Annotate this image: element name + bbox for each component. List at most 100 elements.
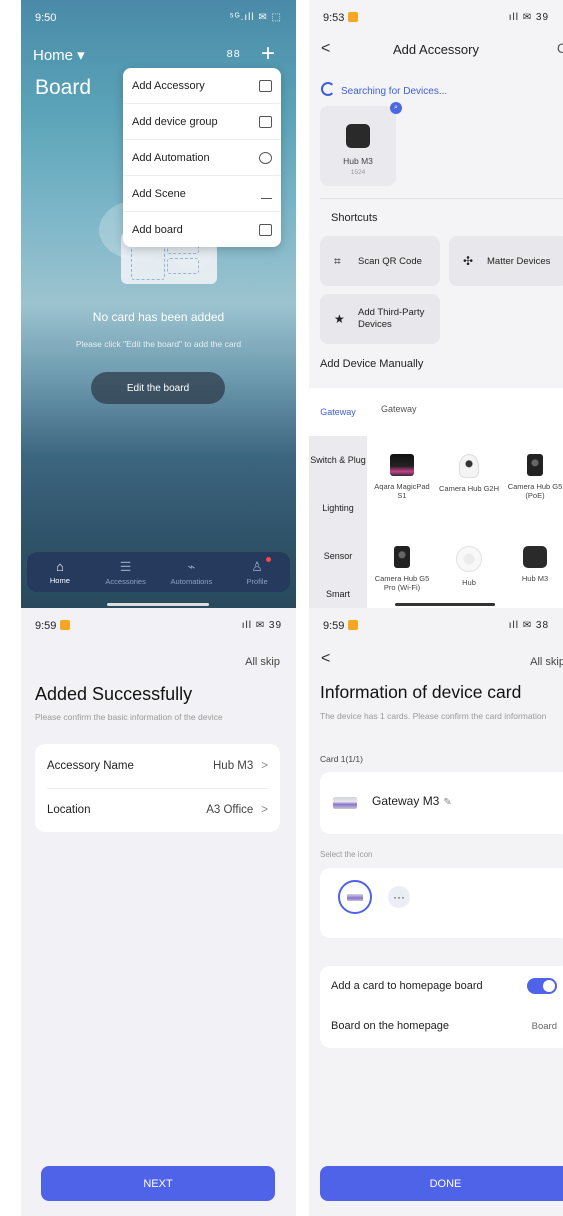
board-settings-card: Add a card to homepage board Board on th… [320,966,563,1048]
device-list: Gateway Aqara MagicPad S1 Camera Hub G2H… [367,388,563,608]
category-sensor[interactable]: Sensor [309,532,367,580]
tab-accessories[interactable]: ☰ Accessories [96,559,156,586]
chevron-right-icon: > [261,760,268,772]
row-value: A3 Office [206,804,254,816]
status-signal: ⁵ᴳ.ıll ✉ ⬚ [229,12,282,23]
device-card: Gateway M3 ✎ [320,772,563,834]
row-label: Board on the homepage [331,1020,450,1032]
notification-icon [348,12,359,22]
next-button[interactable]: NEXT [41,1166,275,1201]
card-name[interactable]: Gateway M3 ✎ [372,794,452,808]
profile-icon: ♙ [251,558,263,574]
menu-item-add-device-group[interactable]: Add device group [123,104,281,140]
matter-devices-button[interactable]: ✣ Matter Devices [449,236,563,286]
location-row[interactable]: Location A3 Office > [47,788,268,832]
scan-qr-button[interactable]: ⌗ Scan QR Code [320,236,440,286]
automation-icon [259,151,272,164]
scan-icon: ⌗ [334,253,341,268]
row-label: Add a card to homepage board [331,980,483,992]
matter-icon: ✣ [463,254,474,268]
status-time: 9:53 [323,12,359,24]
home-selector[interactable]: Home ▾ [33,46,85,64]
home-indicator [395,603,495,606]
shortcut-label: Matter Devices [487,255,551,267]
card-name-text: Gateway M3 [372,794,440,808]
refresh-icon[interactable]: C [557,40,563,56]
row-label: Location [47,804,91,816]
icon-picker: ··· [320,868,563,938]
status-bar: 9:50 ⁵ᴳ.ıll ✉ ⬚ [21,0,296,40]
menu-item-add-accessory[interactable]: Add Accessory [123,68,281,104]
more-icon[interactable]: ··· [388,886,410,908]
shortcuts-title: Shortcuts [331,212,378,224]
found-device-card[interactable]: ⌕ Hub M3 1524 [320,102,402,186]
page-title: Board [35,76,92,99]
board-on-homepage-row[interactable]: Board on the homepage Board [331,1006,557,1046]
status-signal: ıll ✉ 39 [508,12,549,23]
select-icon-label: Select the icon [320,850,373,859]
add-menu: Add Accessory Add device group Add Autom… [123,68,281,247]
menu-item-add-board[interactable]: Add board [123,212,281,247]
menu-item-label: Add Accessory [132,79,205,92]
add-to-board-toggle[interactable] [527,978,557,994]
selected-gateway-icon[interactable] [338,880,372,914]
search-badge-icon: ⌕ [390,102,402,114]
device-info-card: Accessory Name Hub M3 > Location A3 Offic… [35,744,280,832]
category-sidebar: Gateway Switch & Plug Lighting Sensor Sm… [309,388,367,608]
all-skip-button[interactable]: All skip [245,656,280,668]
tab-label: Home [49,576,70,585]
gateway-icon [333,797,357,809]
empty-state-hint: Please click "Edit the board" to add the… [75,339,242,349]
category-gateway[interactable]: Gateway [309,388,367,436]
plus-icon[interactable]: + [261,40,275,68]
notification-icon [348,620,359,630]
menu-item-label: Add Scene [132,187,186,200]
tab-home[interactable]: ⌂ Home [30,559,90,585]
status-bar: 9:59 ıll ✉ 39 [21,608,296,648]
all-skip-button[interactable]: All skip [530,656,563,668]
empty-state-title: No card has been added [92,310,225,324]
status-time: 9:50 [35,12,57,24]
menu-item-label: Add device group [132,115,218,128]
camera-icon [394,546,410,568]
device-magicpad[interactable]: Aqara MagicPad S1 [370,454,434,500]
searching-status: Searching for Devices... [321,82,447,97]
hub-device-icon [346,124,370,148]
back-button[interactable]: < [321,650,330,668]
page-title: Information of device card [320,682,522,702]
menu-item-add-scene[interactable]: Add Scene [123,176,281,212]
camera-icon [527,454,543,476]
device-camera-hub-g5-pro[interactable]: Camera Hub G5 Pro (Wi-Fi) [370,546,434,600]
hub-m3-icon [523,546,547,568]
tab-profile[interactable]: ♙ Profile [227,556,287,586]
bottom-tab-bar: ⌂ Home ☰ Accessories ⌁ Automations ♙ Pro… [27,552,290,592]
category-lighting[interactable]: Lighting [309,484,367,532]
category-switch-plug[interactable]: Switch & Plug [309,436,367,484]
pencil-icon[interactable]: ✎ [443,797,451,808]
device-camera-hub-g5-poe[interactable]: Camera Hub G5 (PoE) [503,454,563,500]
device-name: Camera Hub G5 (PoE) [507,482,563,500]
device-hub-m3[interactable]: Hub M3 [503,546,563,583]
device-name: Camera Hub G5 Pro (Wi-Fi) [374,574,430,592]
status-time: 9:59 [35,620,71,632]
notification-dot [266,556,272,562]
grid-icon[interactable]: ⁸⁸ [226,46,240,66]
add-to-board-row: Add a card to homepage board [331,966,557,1006]
category-smart[interactable]: Smart [309,580,367,608]
page-title: Added Successfully [35,684,193,704]
device-id: 1524 [350,169,366,176]
edit-board-button[interactable]: Edit the board [91,372,225,404]
tab-automations[interactable]: ⌁ Automations [161,559,221,586]
board-icon [259,223,272,236]
device-hub[interactable]: Hub [437,546,501,587]
hub-icon [456,546,482,572]
device-camera-hub-g2h[interactable]: Camera Hub G2H [437,454,501,493]
accessory-name-row[interactable]: Accessory Name Hub M3 > [47,744,268,788]
menu-item-add-automation[interactable]: Add Automation [123,140,281,176]
device-name: Hub [462,578,476,587]
added-successfully-screen: 9:59 ıll ✉ 39 All skip Added Successfull… [21,608,296,1216]
camera-icon [459,454,479,478]
done-button[interactable]: DONE [320,1166,563,1201]
third-party-button[interactable]: ★ Add Third-Party Devices [320,294,440,344]
folder-icon [259,115,272,128]
